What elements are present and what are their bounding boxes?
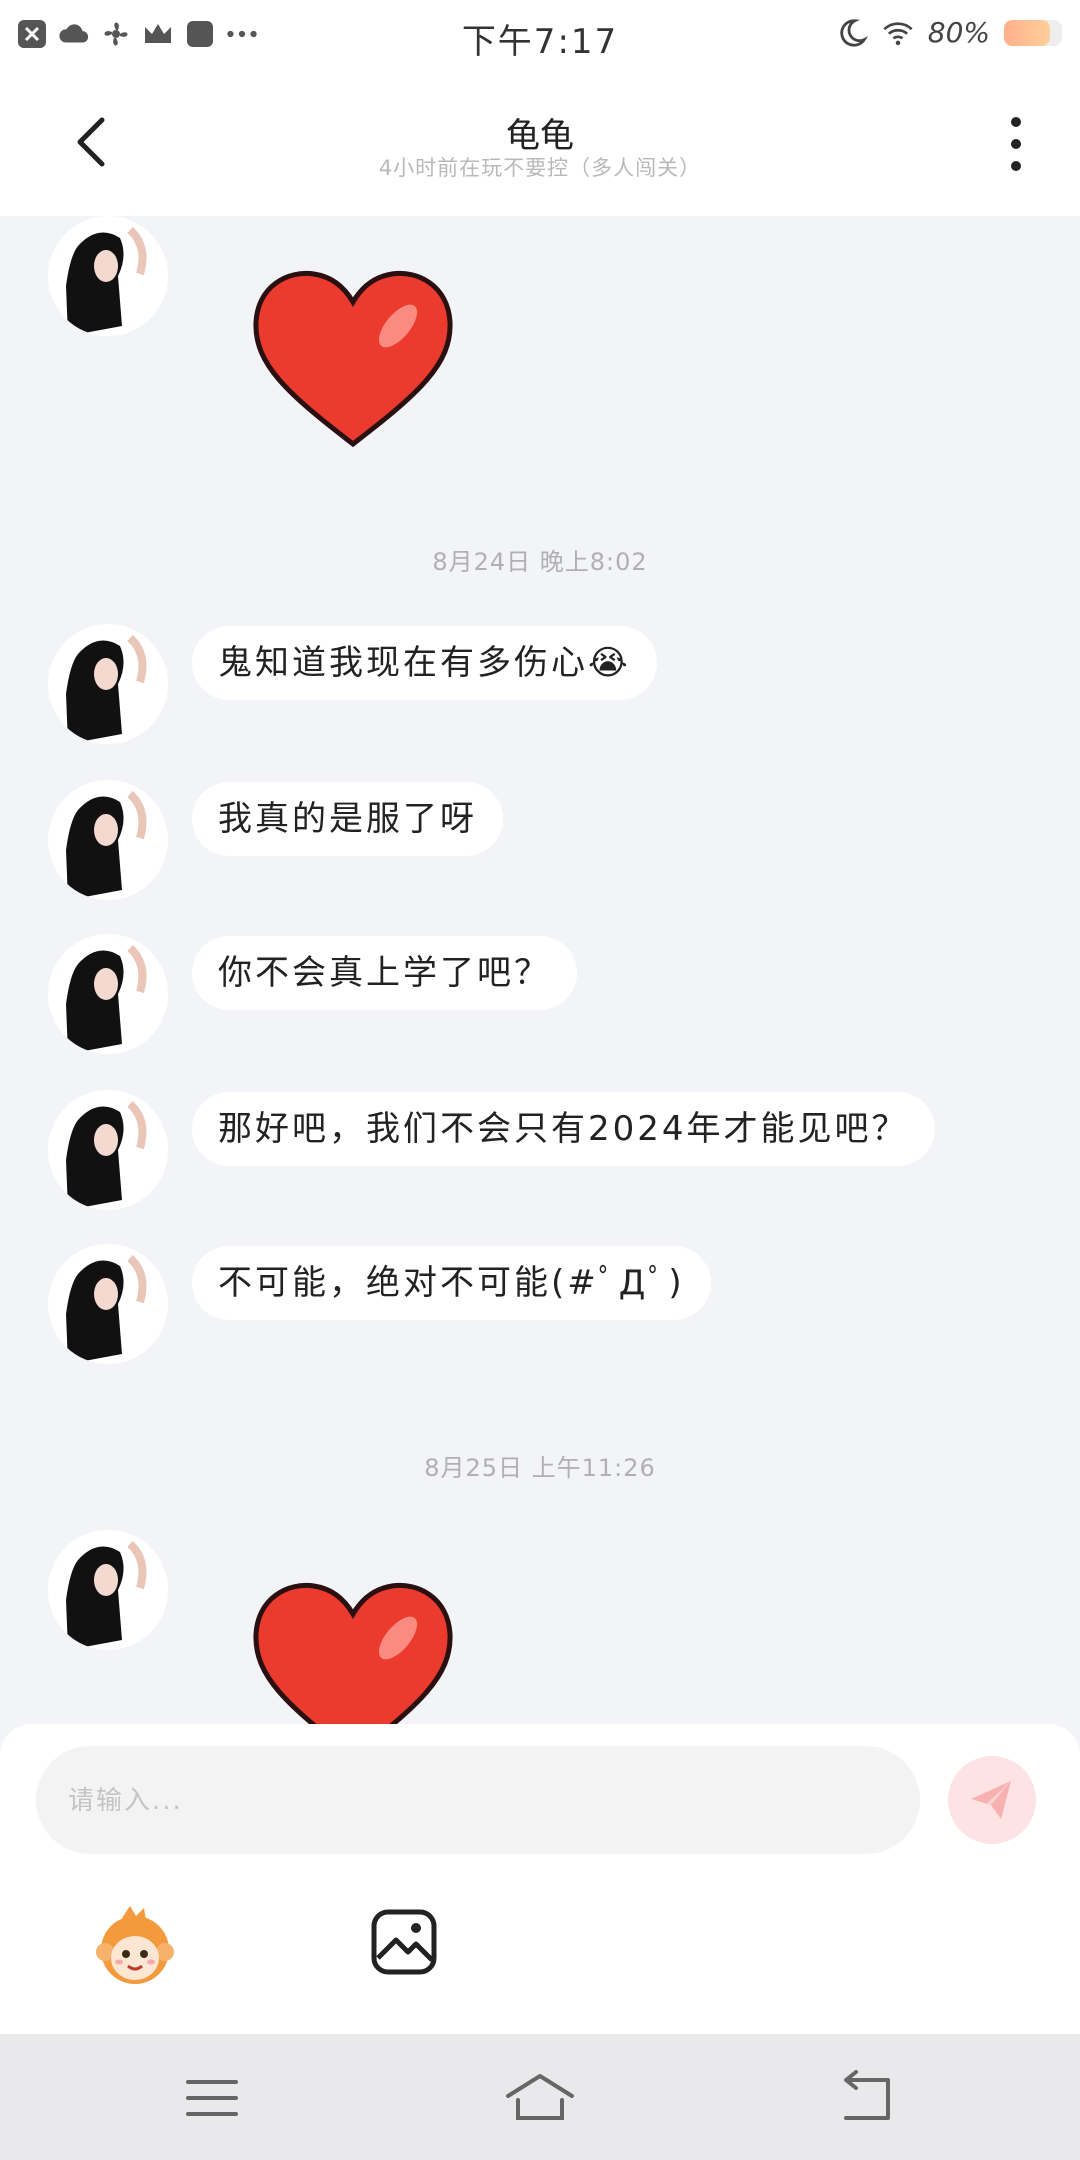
chat-message-list[interactable]: red-heart 8月24日 晚上8:02 鬼知道我现在有多伤心😭 我真的是服… — [0, 216, 1080, 1724]
chat-header: 龟龟 4小时前在玩不要控（多人闯关） — [0, 72, 1080, 216]
contact-name: 龟龟 — [506, 116, 574, 156]
heart-sticker[interactable] — [248, 1576, 458, 1724]
message-bubble[interactable]: 我真的是服了呀 — [192, 782, 503, 856]
monkey-emoji-icon — [96, 1906, 174, 1984]
battery-icon — [1004, 19, 1062, 46]
send-button[interactable] — [948, 1756, 1036, 1844]
message-bubble[interactable]: 不可能，绝对不可能(#ﾟДﾟ) — [192, 1246, 711, 1320]
home-icon — [506, 2074, 574, 2120]
message-bubble[interactable]: 鬼知道我现在有多伤心😭 — [192, 626, 657, 700]
nav-home-button[interactable] — [504, 2070, 574, 2126]
contact-status: 4小时前在玩不要控（多人闯关） — [378, 156, 702, 180]
battery-fill — [1004, 19, 1051, 46]
status-bar: 下午7:17 80% — [0, 0, 1080, 72]
vertical-dots-icon — [1011, 117, 1021, 171]
nav-menu-button[interactable] — [180, 2070, 244, 2126]
avatar-image — [48, 1090, 168, 1210]
message-input-container[interactable] — [36, 1746, 920, 1856]
avatar-image — [48, 1244, 168, 1364]
avatar-image — [48, 624, 168, 744]
nav-back-button[interactable] — [836, 2070, 900, 2126]
status-icons-right: 80% — [836, 16, 1062, 49]
message-bubble[interactable]: 那好吧，我们不会只有2024年才能见吧？ — [192, 1092, 935, 1166]
contact-avatar[interactable] — [48, 216, 168, 336]
message-composer — [0, 1724, 1080, 2034]
system-nav-bar — [0, 2034, 1080, 2160]
moon-icon — [836, 17, 868, 49]
wifi-icon — [882, 17, 914, 49]
heart-sticker[interactable] — [248, 264, 458, 454]
avatar-image — [48, 934, 168, 1054]
battery-percent: 80% — [927, 16, 990, 49]
emoji-sticker-button[interactable] — [92, 1902, 178, 1988]
message-bubble[interactable]: 你不会真上学了吧？ — [192, 936, 577, 1010]
message-input[interactable] — [66, 1746, 890, 1856]
back-return-icon — [844, 2070, 890, 2120]
avatar-image — [48, 1530, 168, 1650]
menu-lines-icon — [186, 2080, 238, 2116]
timestamp-separator: 8月25日 上午11:26 — [424, 1454, 656, 1482]
contact-avatar[interactable] — [48, 1530, 168, 1650]
paper-plane-icon — [971, 1781, 1011, 1819]
contact-avatar[interactable] — [48, 1244, 168, 1364]
image-picker-button[interactable] — [368, 1906, 440, 1978]
avatar-image — [48, 780, 168, 900]
contact-avatar[interactable] — [48, 934, 168, 1054]
timestamp-separator: 8月24日 晚上8:02 — [432, 548, 648, 576]
contact-avatar[interactable] — [48, 780, 168, 900]
more-options-button[interactable] — [996, 112, 1036, 176]
contact-avatar[interactable] — [48, 1090, 168, 1210]
image-icon — [371, 1909, 437, 1975]
avatar-image — [48, 216, 168, 336]
contact-avatar[interactable] — [48, 624, 168, 744]
